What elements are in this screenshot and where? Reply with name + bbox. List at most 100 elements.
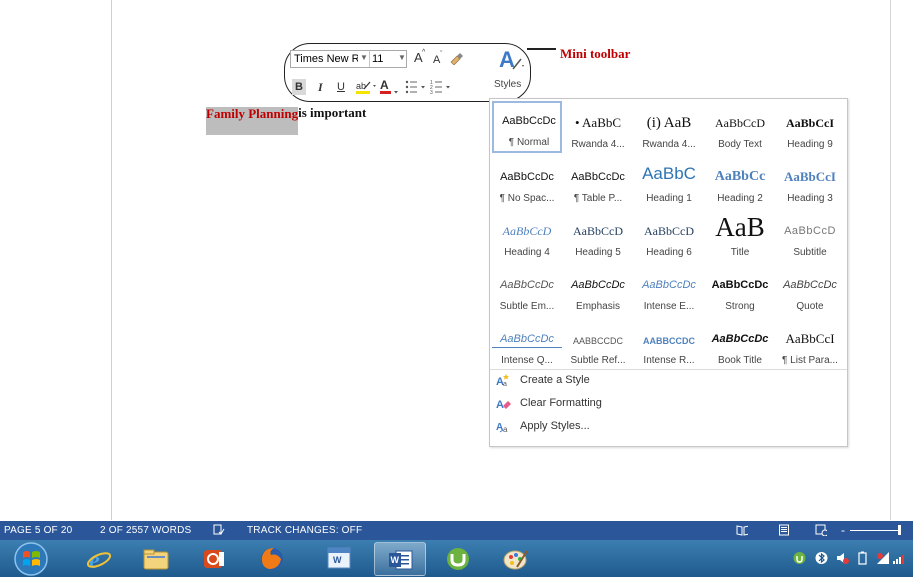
windows-start-icon[interactable] (12, 541, 50, 576)
zoom-slider-thumb[interactable] (898, 525, 901, 535)
style-tile-emphasis[interactable]: AaBbCcDc Emphasis (563, 265, 633, 317)
battery-tray-icon[interactable] (856, 551, 869, 565)
style-tile-subtle-reference[interactable]: AABBCCDC Subtle Ref... (563, 319, 633, 371)
font-name-value[interactable]: Times New Roi (294, 53, 358, 65)
style-tile-intense-emphasis[interactable]: AaBbCcDc Intense E... (634, 265, 704, 317)
style-name: ¶ Normal (508, 137, 550, 148)
style-tile-body-text[interactable]: AaBbCcD Body Text (705, 103, 775, 155)
style-preview: AaBbCcD (573, 224, 623, 238)
apply-styles-command[interactable]: A a Apply Styles... (496, 419, 590, 439)
underline-button[interactable]: U (337, 80, 345, 94)
page-left-edge (111, 0, 112, 520)
network-tray-icon[interactable] (793, 551, 806, 565)
microsoft-word-icon: W (389, 550, 413, 570)
italic-button[interactable]: I (318, 80, 323, 94)
styles-icon[interactable]: A (497, 47, 525, 73)
apply-styles-icon: A a (496, 422, 508, 433)
style-name: Subtle Ref... (570, 355, 626, 366)
style-name: Rwanda 4... (571, 139, 625, 150)
create-style-command[interactable]: A a Create a Style (496, 373, 590, 393)
style-tile-title[interactable]: AaB Title (705, 211, 775, 263)
paragraph-text[interactable]: is important (298, 106, 366, 120)
font-size-value[interactable]: 11 (372, 53, 383, 65)
bold-button[interactable]: B (292, 79, 306, 95)
style-tile-subtle-emphasis[interactable]: AaBbCcDc Subtle Em... (492, 265, 562, 317)
zoom-slider[interactable] (850, 530, 900, 531)
utorrent-button[interactable] (432, 542, 484, 576)
word-count[interactable]: 2 OF 2557 WORDS (100, 525, 191, 536)
style-tile-quote[interactable]: AaBbCcDc Quote (775, 265, 845, 317)
style-preview: AaBbCcDc (500, 279, 554, 291)
print-layout-icon[interactable] (778, 524, 790, 536)
internet-explorer-button[interactable]: e (72, 542, 124, 576)
style-tile-rwanda-list[interactable]: (i) AaB Rwanda 4... (634, 103, 704, 155)
web-layout-icon[interactable] (815, 524, 827, 536)
style-tile-heading-2[interactable]: AaBbCc Heading 2 (705, 157, 775, 209)
svg-text:W: W (391, 555, 400, 565)
style-tile-heading-9[interactable]: AaBbCcI Heading 9 (775, 103, 845, 155)
style-tile-heading-5[interactable]: AaBbCcD Heading 5 (563, 211, 633, 263)
style-tile-no-spacing[interactable]: AaBbCcDc ¶ No Spac... (492, 157, 562, 209)
volume-muted-icon[interactable] (836, 551, 849, 565)
page-right-edge (890, 0, 891, 520)
media-player-button[interactable] (188, 542, 240, 576)
proofing-icon[interactable] (213, 524, 225, 536)
page-count[interactable]: PAGE 5 OF 20 (4, 525, 72, 536)
word-document-button[interactable]: W (314, 542, 366, 576)
format-painter-icon[interactable] (448, 51, 464, 65)
bluetooth-tray-icon[interactable] (815, 551, 828, 565)
signal-tray-icon[interactable] (893, 551, 906, 565)
paint-button[interactable] (490, 542, 542, 576)
track-changes-status[interactable]: TRACK CHANGES: OFF (247, 525, 362, 536)
document-paragraph[interactable]: Family Planning is important (206, 106, 366, 135)
style-tile-list-paragraph[interactable]: AaBbCcI ¶ List Para... (775, 319, 845, 371)
firefox-button[interactable] (246, 542, 298, 576)
style-tile-rwanda-bullet[interactable]: • AaBbC Rwanda 4... (563, 103, 633, 155)
svg-text:A: A (496, 399, 504, 410)
word-window: Family Planning is important Times New R… (0, 0, 913, 577)
style-preview: • AaBbC (574, 115, 622, 130)
style-tile-heading-4[interactable]: AaBbCcD Heading 4 (492, 211, 562, 263)
style-tile-strong[interactable]: AaBbCcDc Strong (705, 265, 775, 317)
style-tile-heading-1[interactable]: AaBbC Heading 1 (634, 157, 704, 209)
clear-formatting-command[interactable]: A Clear Formatting (496, 396, 602, 416)
font-name-dropdown-icon[interactable]: ▼ (360, 53, 368, 62)
style-name: Heading 1 (646, 193, 692, 204)
style-tile-heading-3[interactable]: AaBbCcI Heading 3 (775, 157, 845, 209)
styles-gallery: AaBbCcDc ¶ Normal • AaBbC Rwanda 4... (i… (489, 98, 848, 447)
style-preview: AaBbCcI (785, 116, 834, 130)
numbering-icon[interactable]: 1 2 3 (430, 79, 454, 95)
selected-text[interactable]: Family Planning (206, 107, 299, 135)
style-tile-heading-6[interactable]: AaBbCcD Heading 6 (634, 211, 704, 263)
read-mode-icon[interactable] (736, 524, 748, 536)
style-name: Emphasis (576, 301, 620, 312)
style-name: Subtitle (793, 247, 827, 258)
styles-button-label[interactable]: Styles (494, 79, 521, 90)
style-tile-intense-quote[interactable]: AaBbCcDc Intense Q... (492, 319, 562, 371)
new-style-icon: A a (496, 374, 509, 387)
style-name: Intense R... (643, 355, 695, 366)
font-name-box[interactable]: Times New Roi ▼ 11 ▼ (290, 50, 407, 68)
style-name: Heading 4 (504, 247, 550, 258)
style-tile-subtitle[interactable]: AaBbCcD Subtitle (775, 211, 845, 263)
style-name: Heading 6 (646, 247, 692, 258)
action-center-icon[interactable] (876, 551, 889, 565)
grow-arrow-icon: ^ (422, 49, 426, 56)
style-tile-table-paragraph[interactable]: AaBbCcDc ¶ Table P... (563, 157, 633, 209)
microsoft-word-button[interactable]: W (374, 542, 426, 576)
file-explorer-button[interactable] (130, 542, 182, 576)
style-name: ¶ No Spac... (499, 193, 555, 204)
zoom-out-button[interactable]: - (841, 523, 845, 537)
style-tile-book-title[interactable]: AaBbCcDc Book Title (705, 319, 775, 371)
style-tile-normal[interactable]: AaBbCcDc ¶ Normal (492, 101, 562, 153)
svg-text:ab: ab (356, 81, 366, 91)
style-tile-intense-reference[interactable]: AABBCCDC Intense R... (634, 319, 704, 371)
style-preview: AaBbCcD (644, 224, 694, 238)
highlight-color-icon[interactable]: ab (355, 79, 377, 95)
font-color-button[interactable]: A (380, 78, 389, 92)
style-preview: AaBbCcDc (500, 171, 554, 183)
font-size-dropdown-icon[interactable]: ▼ (398, 53, 406, 62)
bullets-icon[interactable] (405, 79, 429, 95)
style-name: Heading 3 (787, 193, 833, 204)
svg-text:3: 3 (430, 90, 433, 95)
